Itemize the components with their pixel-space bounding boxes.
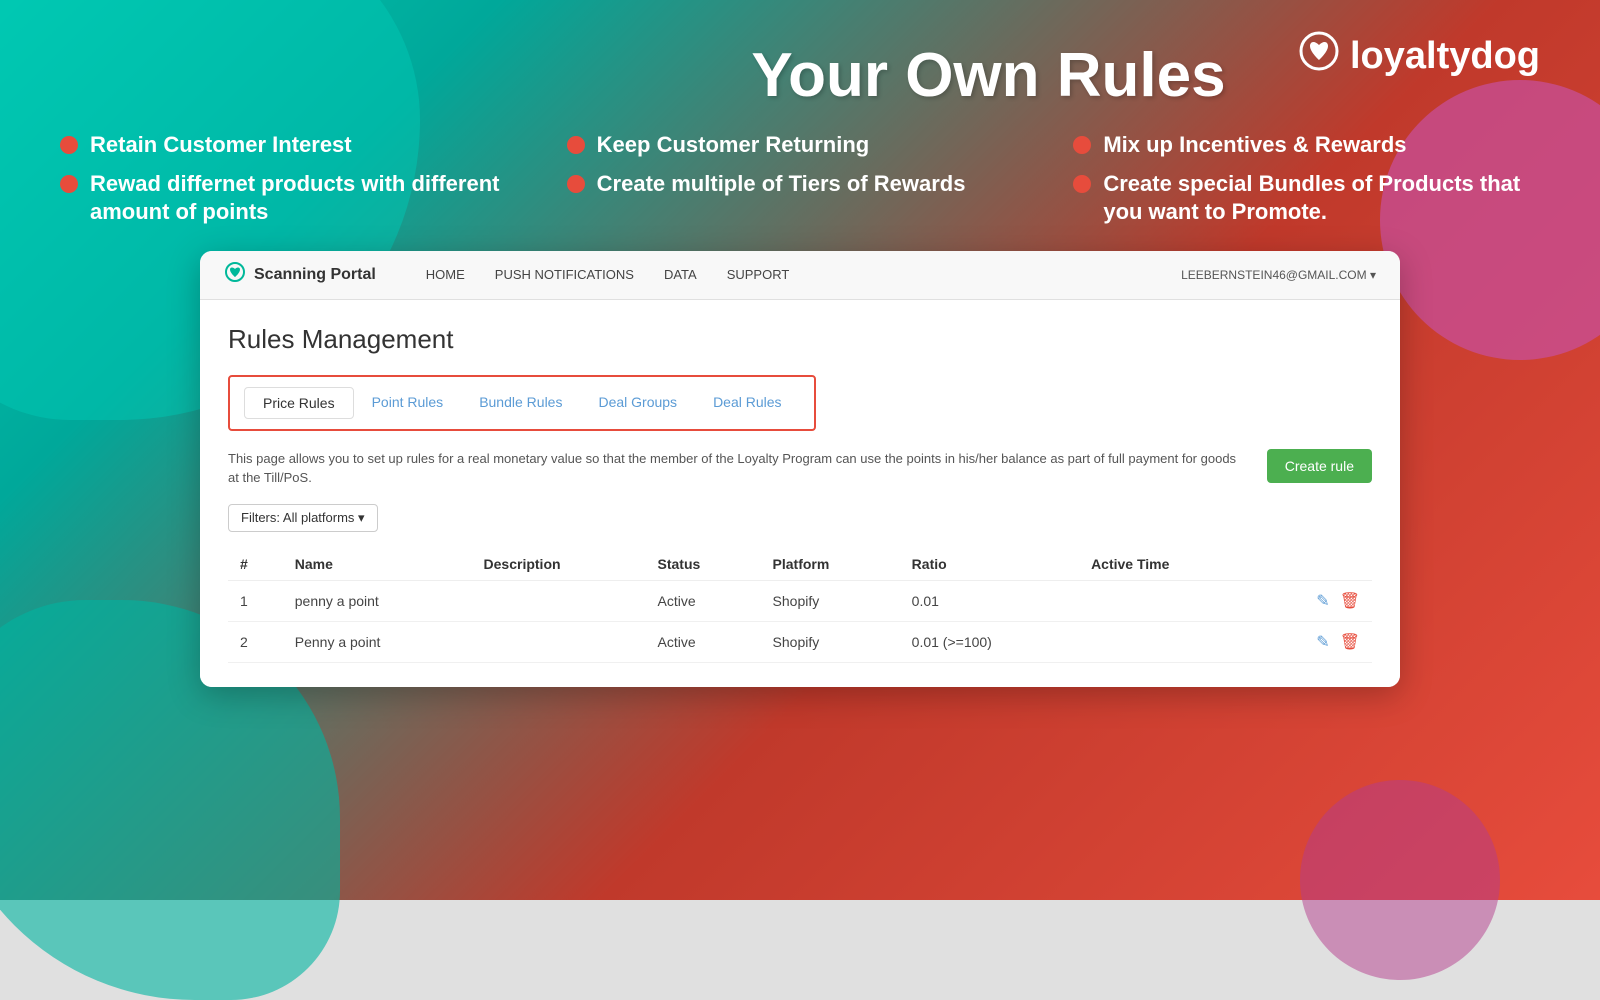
row2-ratio: 0.01 (>=100) [900, 621, 1079, 662]
col-name: Name [283, 548, 472, 581]
bullet-2: Keep Customer Returning [567, 131, 1034, 160]
portal-body: Rules Management Price Rules Point Rules… [200, 300, 1400, 687]
page-description-bar: This page allows you to set up rules for… [228, 449, 1372, 488]
row2-description [472, 621, 646, 662]
bullet-6: Create special Bundles of Products that … [1073, 170, 1540, 227]
row1-name: penny a point [283, 580, 472, 621]
bullet-dot-4 [60, 175, 78, 193]
bullet-5: Create multiple of Tiers of Rewards [567, 170, 1034, 227]
nav-push-notifications[interactable]: PUSH NOTIFICATIONS [495, 267, 634, 282]
filter-bar: Filters: All platforms ▾ [228, 504, 1372, 532]
row2-edit-icon[interactable]: ✎ [1316, 632, 1329, 652]
portal-logo: Scanning Portal [224, 261, 376, 289]
portal-logo-icon [224, 261, 246, 289]
row1-platform: Shopify [761, 580, 900, 621]
bullet-3: Mix up Incentives & Rewards [1073, 131, 1540, 160]
bullet-dot-2 [567, 136, 585, 154]
row1-edit-icon[interactable]: ✎ [1316, 591, 1329, 611]
bullet-text-3: Mix up Incentives & Rewards [1103, 131, 1406, 160]
rules-management-title: Rules Management [228, 324, 1372, 355]
portal-screenshot: Scanning Portal HOME PUSH NOTIFICATIONS … [200, 251, 1400, 687]
tab-price-rules[interactable]: Price Rules [244, 387, 354, 419]
bullet-dot-6 [1073, 175, 1091, 193]
tabs-container: Price Rules Point Rules Bundle Rules Dea… [228, 375, 816, 431]
table-body: 1 penny a point Active Shopify 0.01 ✎ 🗑 [228, 580, 1372, 662]
bullet-text-6: Create special Bundles of Products that … [1103, 170, 1540, 227]
row1-active-time [1079, 580, 1255, 621]
col-status: Status [646, 548, 761, 581]
nav-user[interactable]: LEEBERNSTEIN46@GMAIL.COM ▾ [1181, 268, 1376, 282]
row2-status: Active [646, 621, 761, 662]
bullet-4: Rewad differnet products with different … [60, 170, 527, 227]
bullet-dot-3 [1073, 136, 1091, 154]
bullet-dot-5 [567, 175, 585, 193]
portal-navbar: Scanning Portal HOME PUSH NOTIFICATIONS … [200, 251, 1400, 300]
bullet-text-4: Rewad differnet products with different … [90, 170, 527, 227]
row1-delete-icon[interactable]: 🗑 [1340, 591, 1360, 611]
row1-status: Active [646, 580, 761, 621]
filter-dropdown[interactable]: Filters: All platforms ▾ [228, 504, 378, 532]
tab-point-rules[interactable]: Point Rules [354, 387, 462, 419]
portal-logo-text: Scanning Portal [254, 266, 376, 284]
row1-actions: ✎ 🗑 [1255, 580, 1372, 621]
table-header: # Name Description Status Platform Ratio… [228, 548, 1372, 581]
col-active-time: Active Time [1079, 548, 1255, 581]
rules-table: # Name Description Status Platform Ratio… [228, 548, 1372, 663]
col-num: # [228, 548, 283, 581]
row2-actions: ✎ 🗑 [1255, 621, 1372, 662]
bullet-dot-1 [60, 136, 78, 154]
table-row: 2 Penny a point Active Shopify 0.01 (>=1… [228, 621, 1372, 662]
tab-bundle-rules[interactable]: Bundle Rules [461, 387, 580, 419]
tab-deal-rules[interactable]: Deal Rules [695, 387, 799, 419]
row2-active-time [1079, 621, 1255, 662]
nav-links: HOME PUSH NOTIFICATIONS DATA SUPPORT [426, 267, 1151, 282]
row1-ratio: 0.01 [900, 580, 1079, 621]
col-actions [1255, 548, 1372, 581]
logo-text: loyaltydog [1350, 35, 1540, 78]
nav-data[interactable]: DATA [664, 267, 697, 282]
row2-delete-icon[interactable]: 🗑 [1340, 632, 1360, 652]
row2-name: Penny a point [283, 621, 472, 662]
bullet-text-5: Create multiple of Tiers of Rewards [597, 170, 966, 199]
main-title: Your Own Rules [679, 40, 1298, 111]
page-description-text: This page allows you to set up rules for… [228, 449, 1247, 488]
logo: loyaltydog [1298, 30, 1540, 82]
col-platform: Platform [761, 548, 900, 581]
row1-num: 1 [228, 580, 283, 621]
row2-num: 2 [228, 621, 283, 662]
tab-deal-groups[interactable]: Deal Groups [580, 387, 695, 419]
bullet-text-2: Keep Customer Returning [597, 131, 870, 160]
col-ratio: Ratio [900, 548, 1079, 581]
bullets-grid: Retain Customer Interest Keep Customer R… [60, 131, 1540, 227]
bullet-1: Retain Customer Interest [60, 131, 527, 160]
bullet-text-1: Retain Customer Interest [90, 131, 352, 160]
nav-support[interactable]: SUPPORT [727, 267, 790, 282]
logo-icon [1298, 30, 1340, 82]
row1-description [472, 580, 646, 621]
table-row: 1 penny a point Active Shopify 0.01 ✎ 🗑 [228, 580, 1372, 621]
header: Your Own Rules loyaltydog [60, 30, 1540, 111]
create-rule-button[interactable]: Create rule [1267, 449, 1372, 483]
row2-platform: Shopify [761, 621, 900, 662]
col-description: Description [472, 548, 646, 581]
nav-home[interactable]: HOME [426, 267, 465, 282]
